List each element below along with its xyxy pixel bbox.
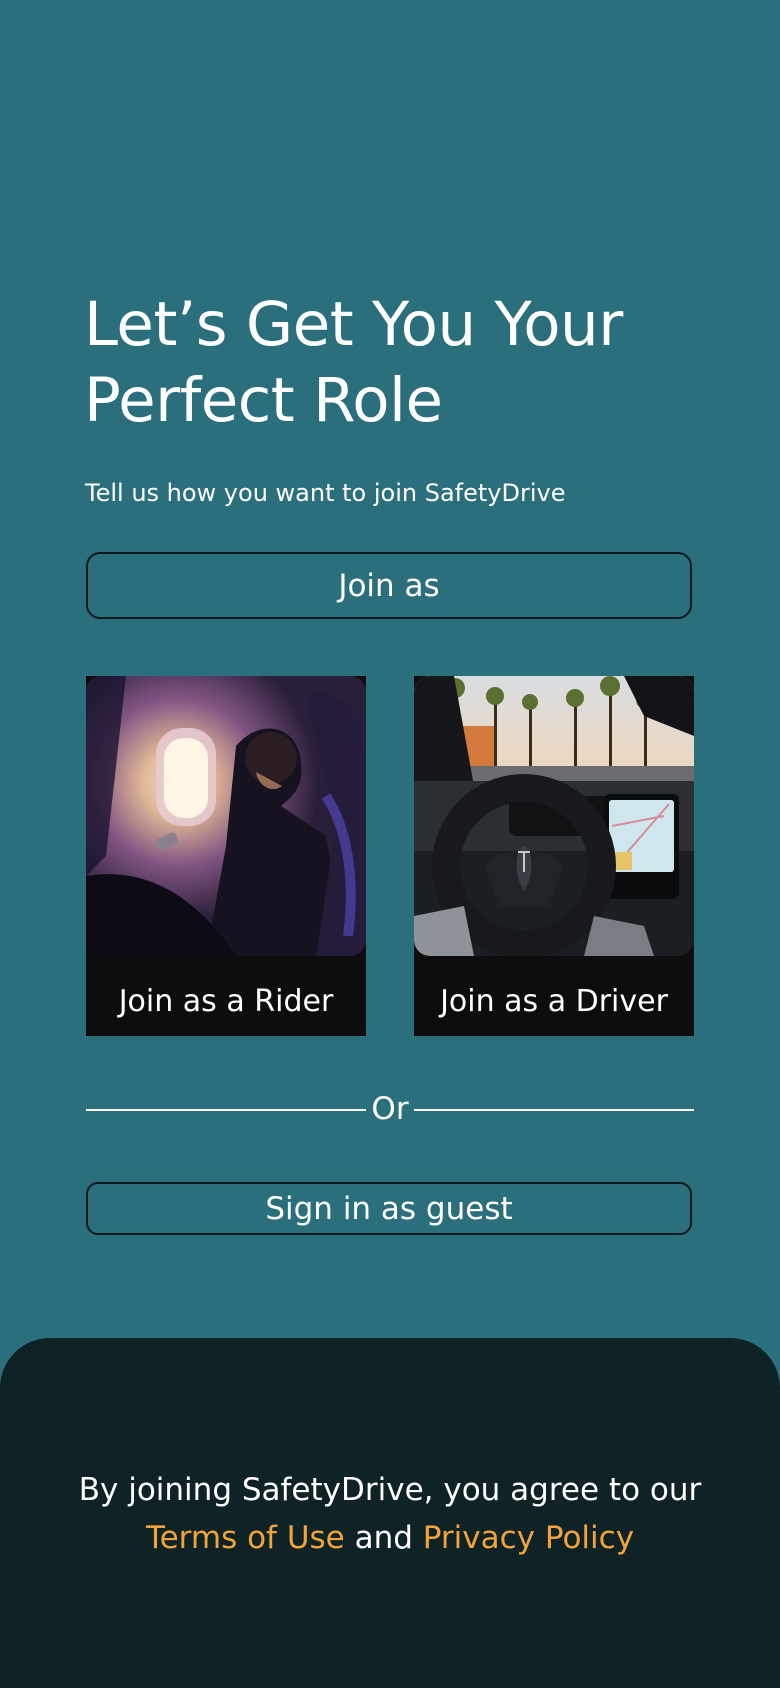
- passenger-on-airplane-photo: [86, 676, 366, 956]
- divider-or-text: Or: [371, 1091, 409, 1127]
- terms-of-use-link[interactable]: Terms of Use: [146, 1520, 345, 1556]
- privacy-policy-link[interactable]: Privacy Policy: [423, 1520, 634, 1556]
- join-as-driver-label: Join as a Driver: [440, 983, 668, 1019]
- join-as-button[interactable]: Join as: [86, 552, 692, 619]
- divider-line-left: [86, 1109, 366, 1111]
- divider-line-right: [414, 1109, 694, 1111]
- legal-conjunction: and: [354, 1520, 413, 1556]
- sign-in-as-guest-button[interactable]: Sign in as guest: [86, 1182, 692, 1235]
- join-as-rider-card[interactable]: Join as a Rider: [86, 676, 366, 1036]
- page-title: Let’s Get You Your Perfect Role: [84, 289, 623, 436]
- tesla-steering-wheel-photo: [414, 676, 694, 956]
- legal-prefix: By joining SafetyDrive, you agree to our: [78, 1472, 702, 1508]
- join-as-driver-card[interactable]: Join as a Driver: [414, 676, 694, 1036]
- legal-text: By joining SafetyDrive, you agree to our…: [0, 1466, 780, 1562]
- legal-footer: By joining SafetyDrive, you agree to our…: [0, 1338, 780, 1688]
- page-subtitle: Tell us how you want to join SafetyDrive: [85, 479, 566, 507]
- join-as-rider-label: Join as a Rider: [118, 983, 334, 1019]
- role-selection-screen: Let’s Get You Your Perfect Role Tell us …: [0, 0, 780, 1688]
